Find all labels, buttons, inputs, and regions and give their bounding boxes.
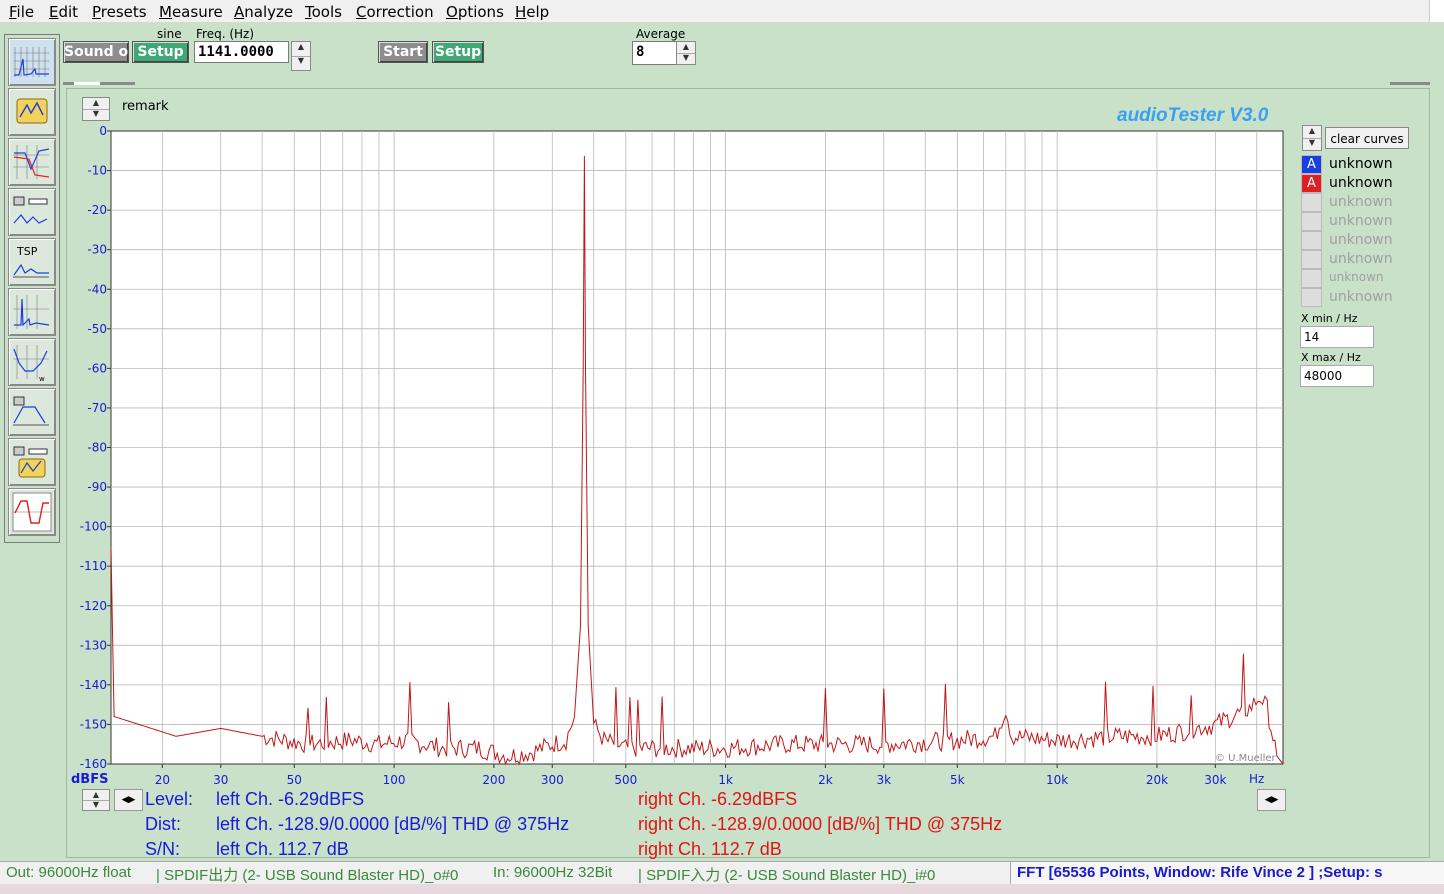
menu-analyze[interactable]: Analyze <box>234 3 293 21</box>
legend-label: unknown <box>1329 270 1384 284</box>
legend-label: unknown <box>1329 232 1393 248</box>
menu-tools[interactable]: Tools <box>305 3 342 21</box>
status-output-device: | SPDIF出力 (2- USB Sound Blaster HD)_o#0 <box>156 867 459 884</box>
xmax-input[interactable]: 48000 <box>1300 365 1374 387</box>
legend-item[interactable]: unknown <box>1301 269 1411 288</box>
legend-item[interactable]: unknown <box>1301 288 1411 307</box>
window-edge <box>1429 0 1444 22</box>
xmax-label: X max / Hz <box>1301 351 1361 364</box>
legend-swatch[interactable] <box>1301 250 1322 269</box>
menu-measure[interactable]: Measure <box>159 3 223 21</box>
chevron-up-icon[interactable]: ▲ <box>292 42 310 57</box>
legend-label: unknown <box>1329 194 1393 210</box>
legend-swatch[interactable]: A <box>1301 155 1322 174</box>
right-dist-value: right Ch. -128.9/0.0000 [dB/%] THD @ 375… <box>638 814 1003 834</box>
analyzer-setup-button[interactable]: Setup <box>432 41 484 63</box>
chevron-down-icon[interactable]: ▼ <box>677 53 695 64</box>
curve-stepper[interactable]: ▲ ▼ <box>1302 125 1322 151</box>
scroll-left-right-icon[interactable]: ◀▶ <box>114 789 143 811</box>
chevron-down-icon[interactable]: ▼ <box>83 109 109 120</box>
chevron-down-icon[interactable]: ▼ <box>292 56 310 70</box>
xmin-input[interactable]: 14 <box>1300 326 1374 348</box>
dist-label: Dist: <box>145 814 181 834</box>
frequency-response-icon[interactable] <box>8 138 56 186</box>
menu-help[interactable]: Help <box>515 3 549 21</box>
legend-item[interactable]: unknown <box>1301 250 1411 269</box>
legend-item[interactable]: Aunknown <box>1301 174 1411 193</box>
legend-label: unknown <box>1329 251 1393 267</box>
status-fft-panel: FFT [65536 Points, Window: Rife Vince 2 … <box>1010 862 1444 884</box>
menu-correction[interactable]: Correction <box>356 3 434 21</box>
legend-swatch[interactable] <box>1301 288 1322 307</box>
sound-output-button[interactable]: Sound or <box>63 41 129 63</box>
average-stepper[interactable]: ▲ ▼ <box>676 41 696 65</box>
xmin-label: X min / Hz <box>1301 312 1358 325</box>
filter-mode-icon[interactable] <box>8 388 56 436</box>
remark-stepper[interactable]: ▲ ▼ <box>82 97 110 121</box>
signal-type-label: sine <box>157 27 182 41</box>
right-sn-value: right Ch. 112.7 dB <box>638 839 782 859</box>
app-brand: audioTester V3.0 <box>1117 105 1269 126</box>
legend-swatch[interactable] <box>1301 193 1322 212</box>
mode-toolbar: TSP w <box>4 34 60 543</box>
legend-item[interactable]: unknown <box>1301 231 1411 250</box>
menu-bar: File Edit Presets Measure Analyze Tools … <box>0 0 1444 23</box>
settings-mode-icon[interactable] <box>8 88 56 136</box>
menu-presets[interactable]: Presets <box>92 3 147 21</box>
freq-label: Freq. (Hz) <box>196 27 255 41</box>
status-input-format: In: 96000Hz 32Bit <box>493 864 613 881</box>
tsp-mode-icon[interactable]: TSP <box>8 238 56 286</box>
legend-label: unknown <box>1329 156 1393 172</box>
menu-options[interactable]: Options <box>446 3 504 21</box>
sweep-mode-icon[interactable] <box>8 188 56 236</box>
right-level-value: right Ch. -6.29dBFS <box>638 789 798 809</box>
impedance-mode-icon[interactable]: w <box>8 338 56 386</box>
svg-text:w: w <box>39 375 45 383</box>
start-button[interactable]: Start <box>378 41 428 63</box>
svg-text:TSP: TSP <box>16 245 38 258</box>
legend-label: unknown <box>1329 175 1393 191</box>
legend-label: unknown <box>1329 213 1393 229</box>
oscilloscope-mode-icon[interactable] <box>8 488 56 536</box>
chevron-down-icon[interactable]: ▼ <box>83 800 109 810</box>
legend-label: unknown <box>1329 289 1393 305</box>
menu-edit[interactable]: Edit <box>49 3 78 21</box>
sn-label: S/N: <box>145 839 181 859</box>
signal-setup-button[interactable]: Setup <box>132 41 189 63</box>
chart-panel <box>66 88 1430 858</box>
average-label: Average <box>636 27 686 41</box>
recorder-mode-icon[interactable] <box>8 438 56 486</box>
legend-item[interactable]: Aunknown <box>1301 155 1411 174</box>
fft-mode-icon[interactable] <box>8 288 56 336</box>
legend-swatch[interactable] <box>1301 231 1322 250</box>
progress-indicator-fill <box>74 82 100 85</box>
divider <box>1390 82 1430 85</box>
spectrum-mode-icon[interactable] <box>8 38 56 86</box>
freq-input[interactable]: 1141.0000 <box>194 41 289 63</box>
status-input-device: | SPDIF入力 (2- USB Sound Blaster HD)_i#0 <box>638 867 936 884</box>
left-sn-value: left Ch. 112.7 dB <box>216 839 349 859</box>
legend-swatch[interactable] <box>1301 212 1322 231</box>
legend-swatch[interactable] <box>1301 269 1322 288</box>
legend-swatch[interactable]: A <box>1301 174 1322 193</box>
clear-curves-button[interactable]: clear curves <box>1325 127 1409 149</box>
taskbar-strip <box>0 884 1444 894</box>
menu-file[interactable]: File <box>9 3 34 21</box>
legend-item[interactable]: unknown <box>1301 193 1411 212</box>
result-stepper[interactable]: ▲ ▼ <box>82 789 110 811</box>
legend-item[interactable]: unknown <box>1301 212 1411 231</box>
level-label: Level: <box>145 789 194 809</box>
status-fft-info: FFT [65536 Points, Window: Rife Vince 2 … <box>1017 864 1383 881</box>
status-bar: Out: 96000Hz float | SPDIF出力 (2- USB Sou… <box>0 861 1444 884</box>
average-input[interactable]: 8 <box>632 41 678 65</box>
freq-stepper[interactable]: ▲ ▼ <box>291 41 311 71</box>
status-output-format: Out: 96000Hz float <box>6 864 132 881</box>
remark-label: remark <box>122 99 169 114</box>
chevron-down-icon[interactable]: ▼ <box>1303 138 1321 150</box>
left-level-value: left Ch. -6.29dBFS <box>216 789 365 809</box>
scroll-left-right-icon[interactable]: ◀▶ <box>1257 789 1286 811</box>
left-dist-value: left Ch. -128.9/0.0000 [dB/%] THD @ 375H… <box>216 814 570 834</box>
